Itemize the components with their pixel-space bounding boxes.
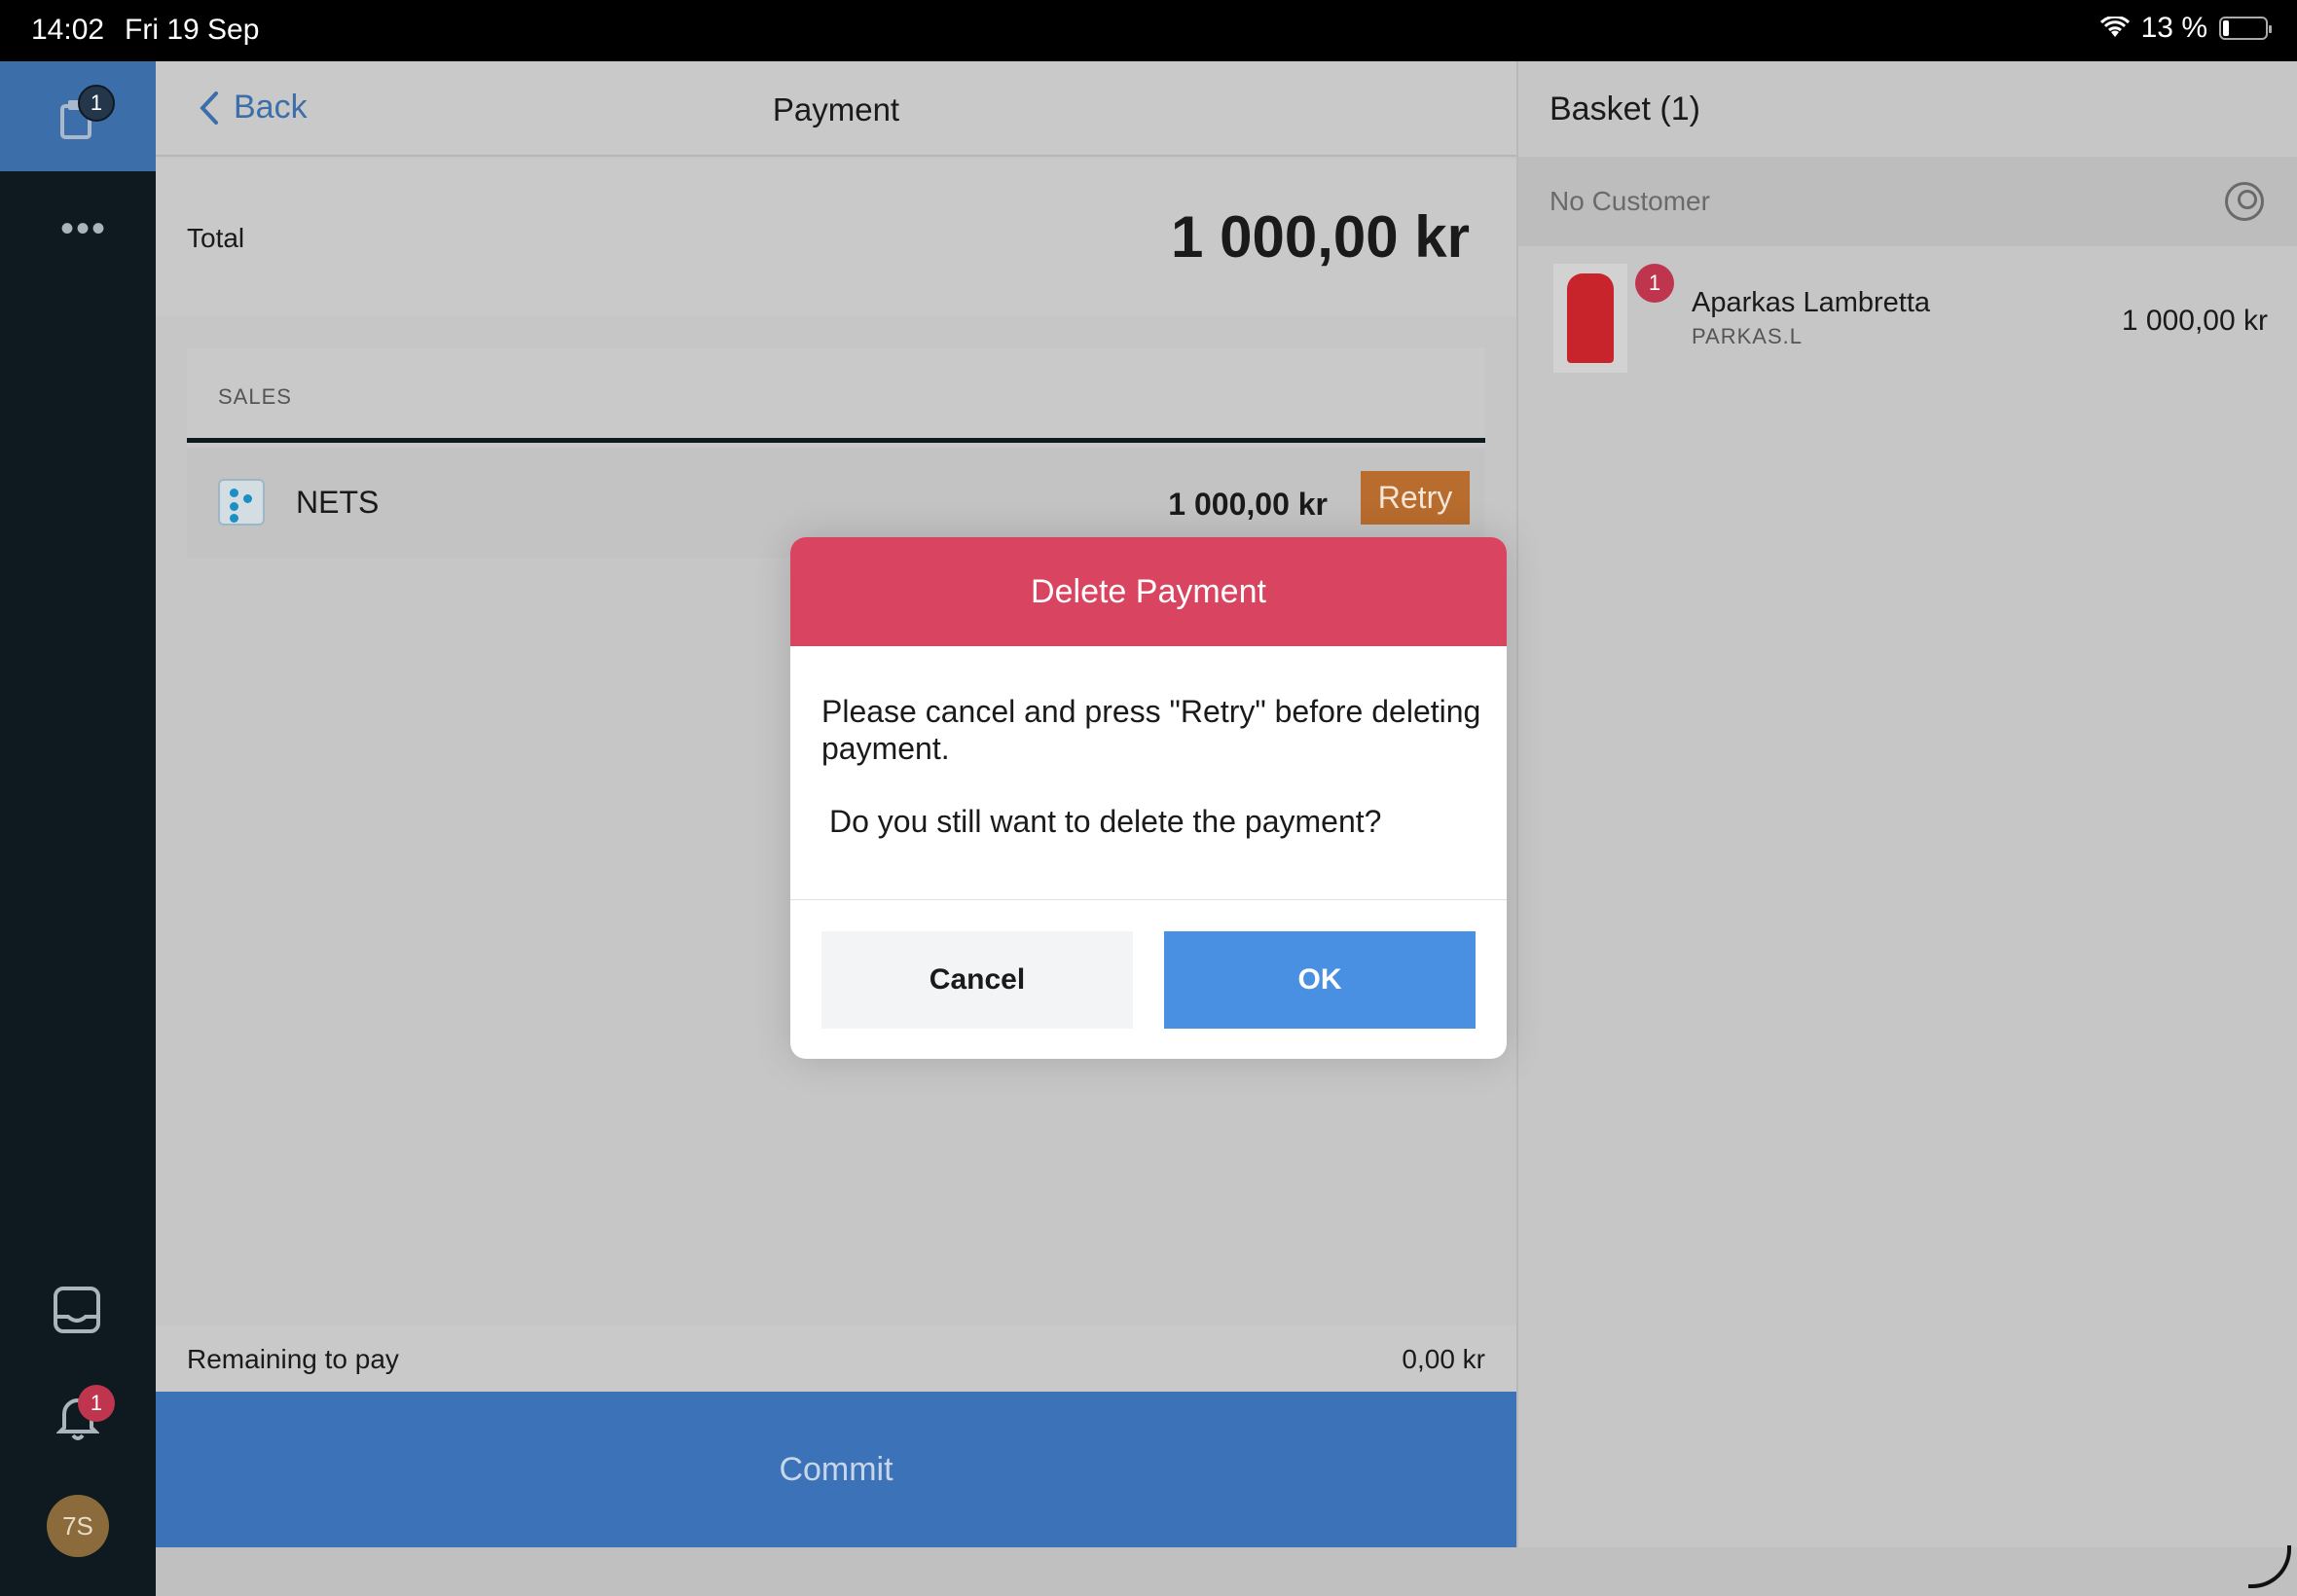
nets-logo-icon xyxy=(218,479,265,526)
payment-header: Back Payment xyxy=(156,61,1516,157)
total-label: Total xyxy=(187,223,245,253)
bottom-strip xyxy=(156,1547,2297,1596)
remaining-value: 0,00 kr xyxy=(1402,1344,1485,1374)
orders-button[interactable]: 1 xyxy=(0,61,156,171)
dialog-title: Delete Payment xyxy=(790,537,1507,646)
status-bar: 14:02 Fri 19 Sep 13 % xyxy=(0,0,2297,61)
dialog-message: Please cancel and press "Retry" before d… xyxy=(821,694,1481,766)
item-qty-badge: 1 xyxy=(1635,264,1674,303)
coat-icon xyxy=(1567,273,1614,363)
user-circle-icon[interactable] xyxy=(2225,182,2264,221)
commit-button[interactable]: Commit xyxy=(156,1392,1516,1547)
item-price: 1 000,00 kr xyxy=(2121,305,2268,337)
left-rail: 1 ••• 1 7S xyxy=(0,61,156,1596)
ok-button[interactable]: OK xyxy=(1164,931,1476,1029)
basket-title: Basket (1) xyxy=(1550,91,1700,127)
remaining-label: Remaining to pay xyxy=(187,1344,399,1374)
page-title: Payment xyxy=(772,91,900,127)
notifications-badge: 1 xyxy=(78,1385,115,1422)
dialog-divider xyxy=(790,899,1507,900)
user-avatar[interactable]: 7S xyxy=(47,1495,109,1557)
total-value: 1 000,00 kr xyxy=(1171,204,1470,270)
inbox-icon[interactable] xyxy=(53,1286,101,1334)
payment-amount: 1 000,00 kr xyxy=(1168,487,1328,522)
total-row: Total 1 000,00 kr xyxy=(156,159,1516,316)
status-date: Fri 19 Sep xyxy=(125,14,260,46)
status-right: 13 % xyxy=(2099,12,2272,45)
dialog-question: Do you still want to delete the payment? xyxy=(829,804,1382,839)
product-image xyxy=(1553,264,1627,373)
more-icon[interactable]: ••• xyxy=(60,207,107,251)
customer-label: No Customer xyxy=(1550,186,1710,216)
battery-icon xyxy=(2219,17,2272,40)
cancel-button[interactable]: Cancel xyxy=(821,931,1133,1029)
delete-payment-dialog: Delete Payment Please cancel and press "… xyxy=(790,537,1507,1059)
basket-panel: Basket (1) No Customer 1 Aparkas Lambret… xyxy=(1516,61,2297,1547)
orders-badge: 1 xyxy=(78,85,115,122)
battery-percent: 13 % xyxy=(2140,12,2207,44)
payment-method-name: NETS xyxy=(296,485,380,520)
sales-section-label: SALES xyxy=(218,384,292,409)
retry-button[interactable]: Retry xyxy=(1361,471,1470,525)
sales-header: SALES xyxy=(187,347,1485,443)
sales-card: SALES NETS 1 000,00 kr Retry xyxy=(187,347,1485,558)
item-sku: PARKAS.L xyxy=(1692,324,1803,348)
customer-row[interactable]: No Customer xyxy=(1518,157,2297,246)
basket-item[interactable]: 1 Aparkas Lambretta PARKAS.L 1 000,00 kr xyxy=(1518,264,2297,381)
item-name: Aparkas Lambretta xyxy=(1692,287,1931,318)
remaining-row: Remaining to pay 0,00 kr xyxy=(156,1325,1516,1392)
wifi-icon xyxy=(2099,17,2130,37)
status-time: 14:02 xyxy=(31,14,105,46)
